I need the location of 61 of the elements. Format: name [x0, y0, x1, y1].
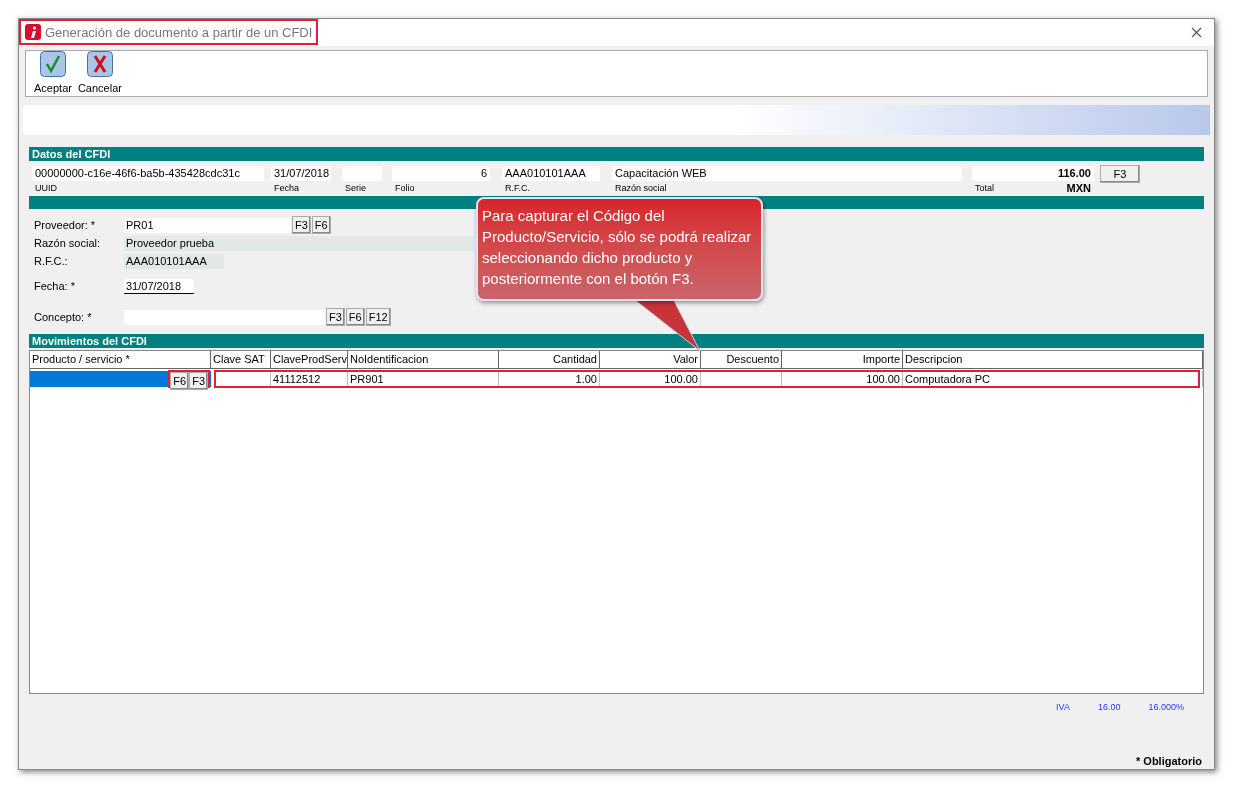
field-value: Capacitación WEB [612, 166, 962, 181]
callout-tooltip: Para capturar el Código del Producto/Servicio, sólo se podrá realizar seleccionando dicho producto y posteriormente con el botón F3. [476, 197, 763, 301]
field-label: Fecha [274, 182, 299, 195]
close-icon[interactable] [1191, 26, 1202, 38]
checkmark-icon [39, 50, 66, 77]
column-header[interactable]: Importe [782, 351, 903, 368]
column-header[interactable]: Descuento [701, 351, 782, 368]
form-label: Fecha: * [34, 278, 76, 294]
window-title: Generación de documento a partir de un CFDI [45, 23, 313, 42]
field-label: Folio [395, 182, 415, 195]
function-key-button[interactable]: F6 [345, 308, 365, 326]
field-value: 00000000-c16e-46f6-ba5b-435428cdc31c [32, 166, 264, 181]
field-label: Serie [345, 182, 366, 195]
tax-name: IVA [1056, 701, 1070, 714]
input-field[interactable]: PR01 [124, 217, 291, 233]
table-cell: Computadora PC [903, 371, 1203, 387]
column-header[interactable]: Descripcion [903, 351, 1203, 368]
input-field[interactable] [124, 309, 325, 325]
required-note: * Obligatorio [1136, 753, 1202, 769]
table-cell: 41112512 [271, 371, 348, 387]
toolbar-button[interactable]: Cancelar [77, 50, 122, 95]
field-label: Total [975, 182, 994, 195]
column-header[interactable]: Producto / servicio * [30, 351, 211, 368]
section-header: Datos del CFDI [29, 147, 1204, 161]
form-label: R.F.C.: [34, 253, 69, 269]
function-key-button[interactable]: F3 [1100, 165, 1140, 183]
field-value: 31/07/2018 [271, 166, 331, 181]
table-cell: 100.00 [782, 371, 903, 387]
column-header[interactable]: NoIdentificacion [348, 351, 499, 368]
tax-rate: 16.000% [1148, 701, 1184, 714]
function-key-button[interactable]: F3 [292, 216, 311, 234]
column-header[interactable]: Clave SAT [211, 351, 271, 368]
form-label: Proveedor: * [34, 217, 97, 233]
app-logo-icon [25, 24, 41, 41]
readonly-field: AAA010101AAA [124, 253, 224, 269]
form-label: Razón social: [34, 235, 102, 251]
field-value: AAA010101AAA [502, 166, 600, 181]
form-label: Concepto: * [34, 309, 93, 325]
cross-icon [86, 50, 113, 77]
function-key-button[interactable]: F3 [326, 308, 345, 326]
toolbar-button[interactable]: Aceptar [34, 50, 72, 95]
field-label: UUID [35, 182, 57, 195]
function-key-button[interactable]: F3 [189, 372, 208, 390]
readonly-field: Proveedor prueba [124, 235, 474, 251]
date-field[interactable]: 31/07/2018 [124, 278, 194, 294]
field-label: R.F.C. [505, 182, 530, 195]
function-key-button[interactable]: F6 [311, 216, 331, 234]
column-header[interactable]: ClaveProdServ [271, 351, 348, 368]
field-value: 6 [392, 166, 490, 181]
field-label: Razón social [615, 182, 667, 195]
total-value: 116.00 [972, 166, 1094, 181]
table-cell: 100.00 [600, 371, 701, 387]
function-key-button[interactable]: F12 [365, 308, 391, 326]
currency-label: MXN [1066, 181, 1091, 195]
column-header[interactable]: Cantidad [499, 351, 600, 368]
function-key-button[interactable]: F6 [170, 372, 190, 390]
section-header: Movimientos del CFDI [29, 334, 1204, 348]
tax-amount: 16.00 [1097, 701, 1121, 714]
table-cell: PR901 [348, 371, 499, 387]
selected-cell[interactable]: F6 F3 [30, 371, 211, 387]
table-cell: 1.00 [499, 371, 600, 387]
